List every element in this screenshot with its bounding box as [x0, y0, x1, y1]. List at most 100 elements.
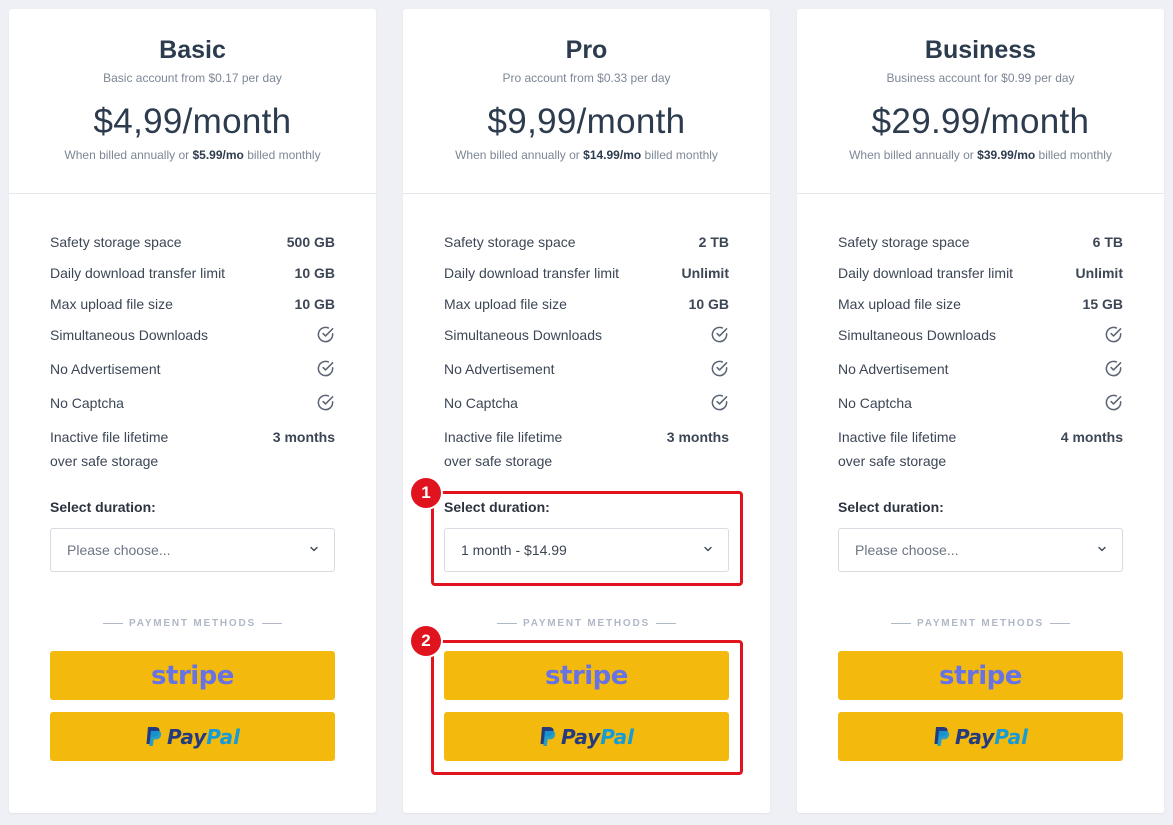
feature-row-lifetime: Inactive file lifetime over safe storage…: [838, 425, 1123, 473]
annotation-box-duration: [431, 491, 743, 586]
duration-select-value: Please choose...: [855, 542, 959, 558]
feature-value: 2 TB: [698, 234, 729, 250]
billing-note: When billed annually or $39.99/mo billed…: [797, 148, 1164, 162]
feature-value: 15 GB: [1082, 296, 1123, 312]
duration-select[interactable]: Please choose...: [50, 528, 335, 572]
feature-row-lifetime: Inactive file lifetime over safe storage…: [444, 425, 729, 473]
feature-label: No Advertisement: [50, 361, 161, 377]
feature-label: Simultaneous Downloads: [444, 327, 602, 343]
feature-value: 10 GB: [294, 296, 335, 312]
feature-label: Safety storage space: [838, 234, 970, 250]
feature-value: Unlimit: [681, 265, 729, 281]
feature-value: Unlimit: [1075, 265, 1123, 281]
feature-label: Simultaneous Downloads: [838, 327, 996, 343]
billing-suffix: billed monthly: [1038, 148, 1112, 162]
paypal-text-2: Pal: [994, 724, 1029, 749]
feature-label: Max upload file size: [444, 296, 567, 312]
feature-label: Safety storage space: [444, 234, 576, 250]
paypal-text-1: Pay: [166, 724, 207, 749]
plan-price: $29.99/month: [871, 102, 1090, 141]
feature-label: No Captcha: [838, 395, 912, 411]
billing-monthly-price: $14.99/mo: [583, 148, 642, 162]
feature-label: Daily download transfer limit: [444, 265, 620, 281]
plan-header: Pro Pro account from $0.33 per day $9,99…: [403, 9, 770, 194]
check-circle-icon: [1105, 394, 1122, 411]
plan-name: Pro: [565, 36, 608, 64]
billing-prefix: When billed annually or: [849, 148, 974, 162]
feature-label: No Captcha: [444, 395, 518, 411]
paypal-logo: PayPal: [145, 725, 240, 749]
paypal-button[interactable]: PayPal: [838, 712, 1123, 761]
duration-select[interactable]: Please choose...: [838, 528, 1123, 572]
billing-prefix: When billed annually or: [64, 148, 190, 162]
feature-value: 10 GB: [294, 265, 335, 281]
feature-value: 3 months: [272, 429, 335, 445]
check-circle-icon: [711, 326, 728, 343]
plan-header: Basic Basic account from $0.17 per day $…: [9, 9, 376, 194]
feature-row-lifetime: Inactive file lifetime over safe storage…: [50, 425, 335, 473]
plan-subtitle: Pro account from $0.33 per day: [502, 71, 671, 85]
chevron-down-icon: [1098, 546, 1106, 552]
feature-value: 4 months: [1060, 429, 1123, 445]
feature-label: Daily download transfer limit: [50, 265, 226, 281]
paypal-icon: [934, 726, 950, 746]
plan-name: Basic: [159, 36, 226, 64]
billing-monthly-price: $5.99/mo: [192, 148, 244, 162]
feature-label: Safety storage space: [50, 234, 182, 250]
plan-subtitle: Business account for $0.99 per day: [886, 71, 1075, 85]
feature-label: Daily download transfer limit: [838, 265, 1014, 281]
billing-monthly-price: $39.99/mo: [977, 148, 1036, 162]
check-circle-icon: [1105, 326, 1122, 343]
feature-value: 3 months: [666, 429, 729, 445]
annotation-badge-2: 2: [411, 626, 441, 656]
feature-label: No Captcha: [50, 395, 124, 411]
billing-suffix: billed monthly: [644, 148, 718, 162]
feature-value: 500 GB: [286, 234, 335, 250]
check-circle-icon: [317, 394, 334, 411]
plan-name: Business: [924, 36, 1037, 64]
paypal-text-2: Pal: [206, 724, 241, 749]
feature-label: Inactive file lifetime: [838, 429, 957, 445]
paypal-text-1: Pay: [954, 724, 995, 749]
plan-card-business: Business Business account for $0.99 per …: [797, 9, 1164, 813]
stripe-button[interactable]: stripe: [50, 651, 335, 700]
annotation-badge-1: 1: [411, 478, 441, 508]
billing-note: When billed annually or $5.99/mo billed …: [9, 148, 376, 162]
feature-value: 6 TB: [1092, 234, 1123, 250]
feature-label-line2: over safe storage: [50, 453, 159, 469]
feature-label: No Advertisement: [838, 361, 949, 377]
payment-methods-label: PAYMENT METHODS: [9, 618, 376, 629]
payment-methods-label: PAYMENT METHODS: [797, 618, 1164, 629]
duration-label: Select duration:: [50, 499, 156, 515]
plan-card-basic: Basic Basic account from $0.17 per day $…: [9, 9, 376, 813]
feature-label: Max upload file size: [838, 296, 961, 312]
duration-label: Select duration:: [838, 499, 944, 515]
plan-subtitle: Basic account from $0.17 per day: [103, 71, 282, 85]
feature-value: 10 GB: [688, 296, 729, 312]
check-circle-icon: [711, 394, 728, 411]
feature-label: Inactive file lifetime: [50, 429, 169, 445]
paypal-button[interactable]: PayPal: [50, 712, 335, 761]
paypal-logo: PayPal: [933, 725, 1028, 749]
stripe-logo: stripe: [939, 660, 1022, 691]
chevron-down-icon: [310, 546, 318, 552]
feature-label: Inactive file lifetime: [444, 429, 563, 445]
paypal-icon: [146, 726, 162, 746]
feature-label: Simultaneous Downloads: [50, 327, 208, 343]
payment-methods-label: PAYMENT METHODS: [403, 618, 770, 629]
feature-label-line2: over safe storage: [838, 453, 947, 469]
stripe-button[interactable]: stripe: [838, 651, 1123, 700]
duration-select-value: Please choose...: [67, 542, 171, 558]
plan-header: Business Business account for $0.99 per …: [797, 9, 1164, 194]
check-circle-icon: [317, 326, 334, 343]
plan-price: $9,99/month: [487, 102, 686, 141]
check-circle-icon: [711, 360, 728, 377]
billing-prefix: When billed annually or: [455, 148, 580, 162]
billing-note: When billed annually or $14.99/mo billed…: [403, 148, 770, 162]
feature-label-line2: over safe storage: [444, 453, 553, 469]
billing-suffix: billed monthly: [247, 148, 321, 162]
stripe-logo: stripe: [151, 660, 234, 691]
check-circle-icon: [1105, 360, 1122, 377]
plan-price: $4,99/month: [93, 102, 292, 141]
feature-label: Max upload file size: [50, 296, 173, 312]
